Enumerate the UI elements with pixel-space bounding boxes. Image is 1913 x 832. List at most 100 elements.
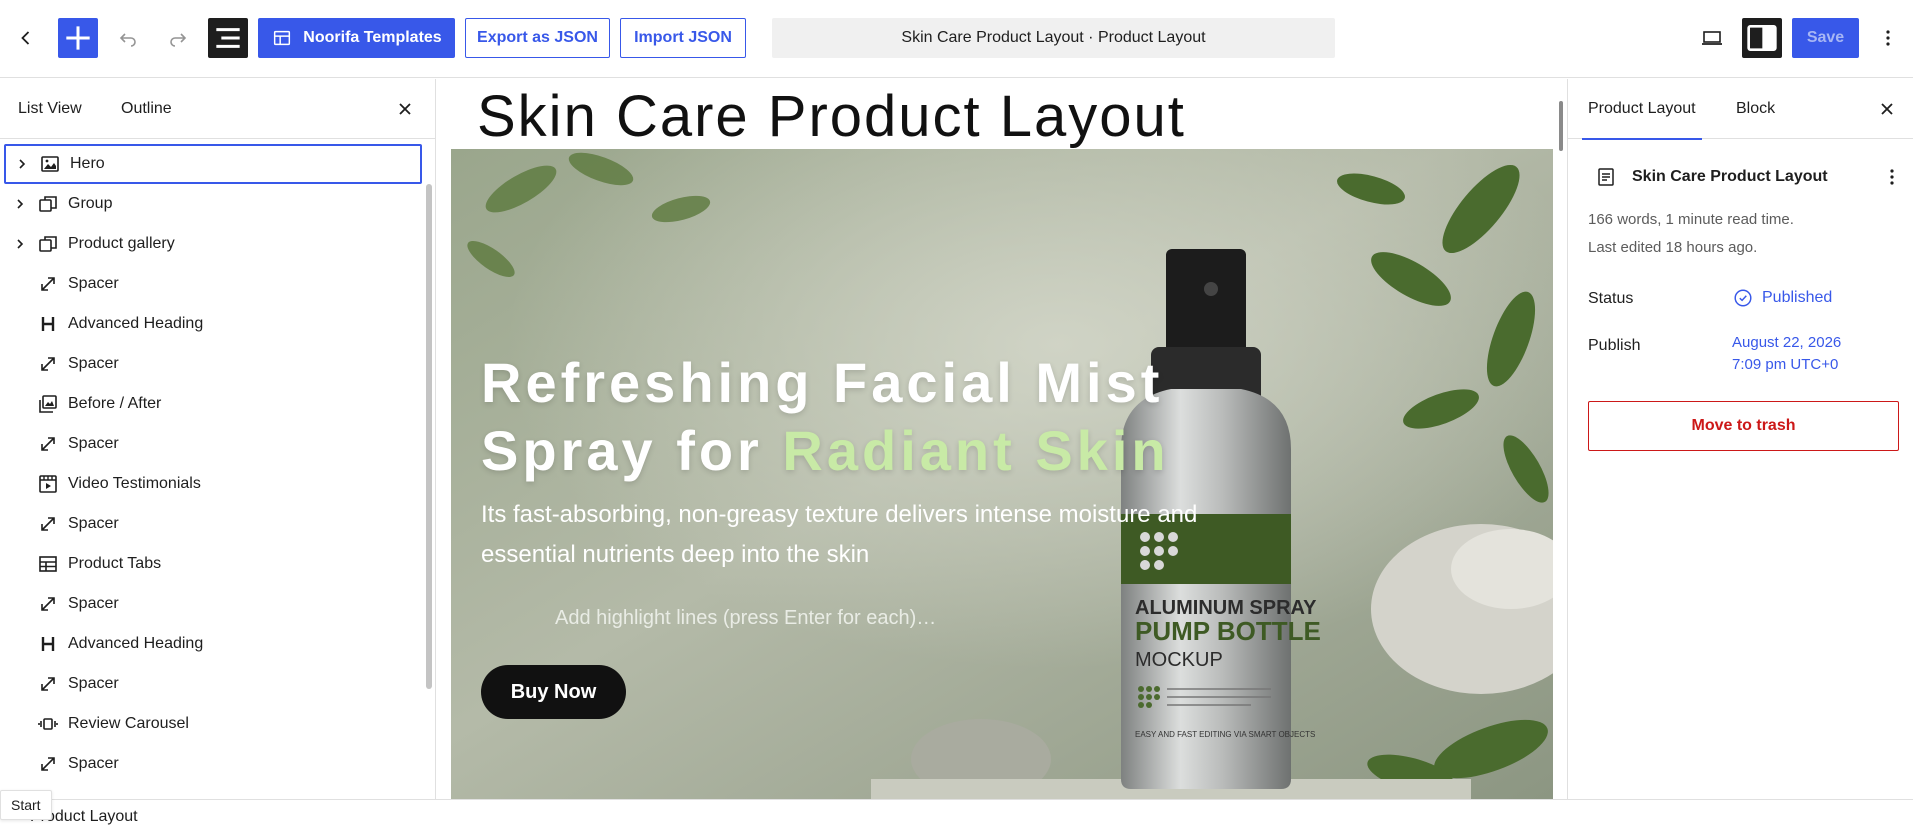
spacer-block-icon [41, 677, 55, 691]
page-title[interactable]: Skin Care Product Layout [477, 83, 1186, 150]
publish-date[interactable]: August 22, 2026 [1732, 334, 1841, 351]
close-list-view-button[interactable] [393, 97, 417, 121]
list-item-label: Spacer [68, 435, 119, 452]
block-breadcrumb-bar: Product Layout [0, 799, 1913, 832]
heading-block-icon [41, 637, 55, 651]
carousel-block-icon [38, 718, 58, 730]
spacer-block-icon [41, 517, 55, 531]
bottle-text-line3: MOCKUP [1135, 649, 1223, 671]
list-item[interactable]: Product gallery [4, 224, 422, 264]
list-view-panel: List View Outline Hero Group Product galle… [0, 79, 436, 799]
document-card: Skin Care Product Layout [1594, 163, 1894, 191]
tab-outline[interactable]: Outline [121, 79, 172, 139]
page-icon [1598, 168, 1614, 186]
list-item[interactable]: Spacer [4, 584, 422, 624]
list-item[interactable]: Spacer [4, 504, 422, 544]
highlight-lines-placeholder[interactable]: Add highlight lines (press Enter for eac… [555, 607, 936, 630]
list-item[interactable]: Spacer [4, 744, 422, 784]
tab-block[interactable]: Block [1736, 79, 1775, 139]
list-item[interactable]: Video Testimonials [4, 464, 422, 504]
list-item[interactable]: Review Carousel [4, 704, 422, 744]
document-title-bar[interactable]: Skin Care Product Layout · Product Layou… [772, 18, 1335, 58]
hero-heading[interactable]: Refreshing Facial Mist Spray for Radiant… [481, 349, 1170, 485]
hero-block[interactable]: ALUMINUM SPRAY PUMP BOTTLE MOCKUP EASY A… [451, 149, 1553, 799]
status-toggle[interactable]: Published [1732, 287, 1832, 309]
list-item[interactable]: Spacer [4, 664, 422, 704]
undo-button[interactable] [108, 18, 148, 58]
list-item-label: Review Carousel [68, 715, 189, 732]
chevron-right-icon[interactable] [12, 196, 28, 212]
plus-icon [66, 26, 90, 50]
list-item-label: Spacer [68, 355, 119, 372]
list-item[interactable]: Spacer [4, 264, 422, 304]
publish-label: Publish [1588, 337, 1641, 354]
group-block-icon [39, 196, 57, 212]
add-block-button[interactable] [58, 18, 98, 58]
start-tooltip: Start [0, 790, 52, 820]
chevron-right-icon[interactable] [12, 236, 28, 252]
list-item-label: Spacer [68, 515, 119, 532]
video-block-icon [39, 475, 57, 493]
list-item-label: Hero [70, 155, 105, 172]
document-stats: 166 words, 1 minute read time. [1588, 211, 1794, 228]
more-vertical-icon [1886, 30, 1890, 46]
buy-now-button[interactable]: Buy Now [481, 665, 626, 719]
hero-heading-line1: Refreshing Facial Mist [481, 351, 1164, 414]
list-item[interactable]: Spacer [4, 344, 422, 384]
templates-button[interactable]: Noorifa Templates [258, 18, 455, 58]
list-item-label: Spacer [68, 675, 119, 692]
list-view-tabs: List View Outline [0, 79, 435, 139]
heading-block-icon [41, 317, 55, 331]
back-button[interactable] [6, 18, 46, 58]
list-item[interactable]: Group [4, 184, 422, 224]
list-item-label: Advanced Heading [68, 315, 204, 332]
options-button[interactable] [1868, 18, 1908, 58]
redo-button[interactable] [158, 18, 198, 58]
hero-paragraph[interactable]: Its fast-absorbing, non-greasy texture d… [481, 495, 1201, 575]
status-label: Status [1588, 290, 1634, 307]
hero-block-icon [41, 156, 59, 172]
editor-header: Noorifa Templates Export as JSON Import … [0, 0, 1913, 78]
tab-product-layout[interactable]: Product Layout [1582, 79, 1702, 140]
desktop-icon [1702, 31, 1722, 45]
last-edited: Last edited 18 hours ago. [1588, 239, 1758, 256]
settings-panel: Product Layout Block Skin Care Product L… [1567, 79, 1913, 799]
move-to-trash-button[interactable]: Move to trash [1588, 401, 1899, 451]
tab-list-view[interactable]: List View [18, 79, 82, 139]
settings-panel-toggle[interactable] [1742, 18, 1782, 58]
templates-button-label: Noorifa Templates [303, 29, 442, 46]
list-item[interactable]: Product Tabs [4, 544, 422, 584]
canvas-scrollbar[interactable] [1559, 101, 1563, 151]
list-item-label: Product Tabs [68, 555, 162, 572]
export-json-button[interactable]: Export as JSON [465, 18, 610, 58]
save-button[interactable]: Save [1792, 18, 1859, 58]
spacer-block-icon [41, 277, 55, 291]
list-item[interactable]: Advanced Heading [4, 624, 422, 664]
published-check-icon [1734, 289, 1752, 307]
chevron-right-icon[interactable] [14, 156, 30, 172]
list-item[interactable]: Hero [4, 144, 422, 184]
undo-icon [119, 33, 136, 47]
bottle-text-small: EASY AND FAST EDITING VIA SMART OBJECTS [1135, 730, 1315, 739]
document-actions-button[interactable] [1880, 165, 1904, 189]
close-settings-button[interactable] [1875, 97, 1899, 121]
list-item[interactable]: Before / After [4, 384, 422, 424]
list-item-label: Spacer [68, 755, 119, 772]
close-icon [1881, 103, 1893, 115]
spacer-block-icon [41, 757, 55, 771]
list-item[interactable]: Spacer [4, 424, 422, 464]
publish-time[interactable]: 7:09 pm UTC+0 [1732, 356, 1838, 373]
document-name: Skin Care Product Layout [1632, 168, 1828, 185]
import-json-button[interactable]: Import JSON [620, 18, 746, 58]
list-item[interactable]: Advanced Heading [4, 304, 422, 344]
hero-heading-line2-prefix: Spray for [481, 419, 783, 482]
sidebar-icon [1747, 25, 1777, 51]
status-value: Published [1762, 289, 1833, 306]
more-vertical-icon [1890, 169, 1894, 185]
gallery-block-icon [39, 395, 57, 413]
list-item-label: Group [68, 195, 113, 212]
list-item-label: Video Testimonials [68, 475, 201, 492]
preview-button[interactable] [1692, 18, 1732, 58]
document-overview-button[interactable] [208, 18, 248, 58]
list-scrollbar[interactable] [426, 184, 432, 689]
